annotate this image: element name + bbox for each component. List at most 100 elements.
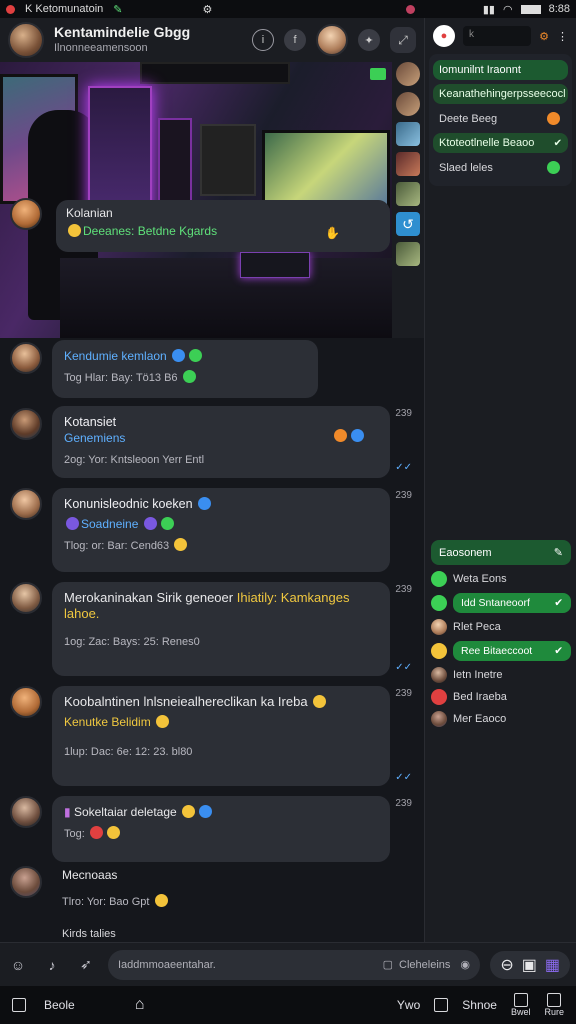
panel-group-title[interactable]: Eaosonem ✎ [431, 540, 571, 565]
leaf-icon: ✎ [113, 3, 123, 16]
message-sender: Kendumie kemlaon [64, 348, 306, 364]
home-icon[interactable]: ⌂ [135, 996, 145, 1014]
thumbnail[interactable] [396, 152, 420, 176]
avatar[interactable] [10, 198, 42, 230]
apps-icon[interactable]: ▦ [545, 955, 560, 975]
emoji-picker-icon[interactable]: ☺ [6, 953, 30, 977]
panel-row[interactable]: Rlet Peca [431, 619, 571, 635]
info-icon[interactable]: i [252, 29, 274, 51]
music-icon[interactable]: ♪ [40, 953, 64, 977]
link-icon[interactable]: ↺ [396, 212, 420, 236]
heart-icon [431, 571, 447, 587]
avatar[interactable] [10, 408, 42, 440]
panel-item[interactable]: Deete Beeg [433, 108, 568, 129]
message-sender: Kotansiet [64, 415, 117, 429]
grid-icon [513, 992, 528, 1007]
emoji-icon [189, 349, 203, 362]
message-bubble[interactable]: Koobalntinen lnlsneiealhereclikan ka Ire… [52, 686, 390, 786]
attach-icon[interactable]: ▢ [383, 958, 393, 971]
thumbnail[interactable] [396, 122, 420, 146]
list-icon[interactable] [434, 998, 449, 1012]
emoji-icon [547, 112, 560, 125]
message-input[interactable]: Iaddmmoaeentahar. ▢ Cleheleins ◉ [108, 949, 480, 980]
avatar[interactable] [10, 582, 42, 614]
avatar[interactable] [10, 866, 42, 898]
message-meta: 1og: Zac: Bays: 25: Renes0 [64, 636, 200, 648]
message-text: Merokaninakan Sirik geneoer Ihiatily: Ka… [64, 590, 350, 605]
image-badge-icon [370, 68, 386, 80]
panel-search-input[interactable]: k [463, 26, 532, 46]
panel-item[interactable]: Iomunilnt Iraonnt [433, 60, 568, 80]
expand-icon[interactable]: ⤢ [390, 27, 416, 53]
nav-label[interactable]: Shnoe [462, 998, 497, 1012]
panel-row[interactable]: Ietn Inetre [431, 667, 571, 683]
call-icon[interactable]: f [284, 29, 306, 51]
thumbnail[interactable] [396, 62, 420, 86]
gif-icon[interactable]: ⊖ [500, 955, 513, 975]
channel-subtitle: Ilnonneeamensoon [54, 42, 148, 54]
message-bubble[interactable]: Merokaninakan Sirik geneoer Ihiatily: Ka… [52, 582, 390, 676]
avatar[interactable] [10, 342, 42, 374]
message-bubble[interactable]: Kotansiet Genemiens 2og: Yor: Kntsleoon … [52, 406, 390, 478]
channel-title-block[interactable]: Kentamindelie Gbgg Ilnonneeamensoon [54, 24, 190, 56]
member-avatar[interactable] [316, 24, 348, 56]
panel-item[interactable]: Keanathehingerpsseecocl [433, 84, 568, 104]
reaction-icon[interactable] [332, 428, 366, 444]
message-sender: Kolanian [66, 206, 113, 220]
thumbnail[interactable] [396, 182, 420, 206]
read-receipt-icon: ✓✓ [395, 662, 412, 673]
message-bubble[interactable]: Kolanian Deeanes: Betdne Kgards ✋ [56, 200, 390, 252]
message-bubble[interactable]: Kendumie kemlaon Tog Hlar: Bay: Tö13 B6 [52, 340, 318, 398]
recent-apps-icon[interactable] [12, 998, 26, 1012]
sticker-icon[interactable]: ◉ [460, 958, 470, 971]
monitor-mount [140, 62, 290, 84]
message-input-placeholder: Iaddmmoaeentahar. [118, 958, 216, 971]
menu-icon[interactable]: ✦ [358, 29, 380, 51]
chat-header: Kentamindelie Gbgg Ilnonneeamensoon i f … [0, 18, 424, 62]
message-bubble[interactable]: Konunisleodnic koeken Soadneine Tlog: or… [52, 488, 390, 572]
panel-item[interactable]: Ktoteotlnelle Beaoo ✔ [433, 133, 568, 153]
message-meta: Tog Hlar: Bay: Tö13 B6 [64, 370, 306, 386]
right-panel: ● k ⚙ ⋮ Iomunilnt Iraonnt Keanathehinger… [424, 18, 576, 942]
message-sender: Kirds talies [62, 928, 116, 940]
channel-avatar[interactable] [8, 22, 44, 58]
reaction-icon[interactable]: ✋ [325, 226, 340, 240]
emoji-icon [198, 497, 212, 510]
panel-row[interactable]: Weta Eons [431, 571, 571, 587]
image-icon[interactable]: ▣ [522, 955, 537, 975]
message-bubble[interactable]: ▮ Sokeltaiar deletage Tog: [52, 796, 390, 862]
emoji-icon [182, 370, 196, 383]
message-sender: Mecnoaas [62, 868, 118, 882]
panel-row[interactable]: Mer Eaoco [431, 711, 571, 727]
message-time: 239 [395, 490, 412, 501]
message-list[interactable]: Kendumie kemlaon Tog Hlar: Bay: Tö13 B6 … [0, 338, 424, 942]
nav-label[interactable]: Ywo [397, 998, 420, 1012]
image-monitor-mid [200, 124, 256, 196]
profile-icon[interactable]: ● [433, 25, 455, 47]
panel-item[interactable]: Slaed leles [433, 157, 568, 178]
image-monitor-right [262, 130, 390, 208]
avatar[interactable] [10, 488, 42, 520]
filter-icon[interactable]: ⚙ [539, 30, 549, 43]
nav-button[interactable]: Rure [544, 992, 564, 1018]
nav-button[interactable]: Bwel [511, 992, 530, 1018]
avatar[interactable] [10, 796, 42, 828]
thumbnail[interactable] [396, 92, 420, 116]
rocket-icon[interactable]: ➶ [74, 953, 98, 977]
panel-row[interactable]: Idd Sntaneoorf ✔ [431, 593, 571, 613]
message-meta: 2og: Yor: Kntsleoon Yerr Entl [64, 454, 205, 466]
message-text-cont: Kenutke Belidim [64, 714, 378, 730]
avatar [431, 689, 447, 705]
composer-bar: ☺ ♪ ➶ Iaddmmoaeentahar. ▢ Cleheleins ◉ ⊖ … [0, 942, 576, 986]
more-icon[interactable]: ⋮ [557, 30, 568, 43]
image-keyboard [240, 252, 310, 278]
panel-row[interactable]: Ree Bitaeccoot ✔ [431, 641, 571, 661]
avatar[interactable] [10, 686, 42, 718]
panel-row[interactable]: Bed Iraeba [431, 689, 571, 705]
grid-icon [547, 992, 562, 1007]
thumbnail[interactable] [396, 242, 420, 266]
composer-actions: ⊖ ▣ ▦ [490, 950, 570, 979]
avatar [431, 711, 447, 727]
nav-left-label[interactable]: Beole [44, 998, 75, 1012]
app-icon [405, 4, 415, 14]
